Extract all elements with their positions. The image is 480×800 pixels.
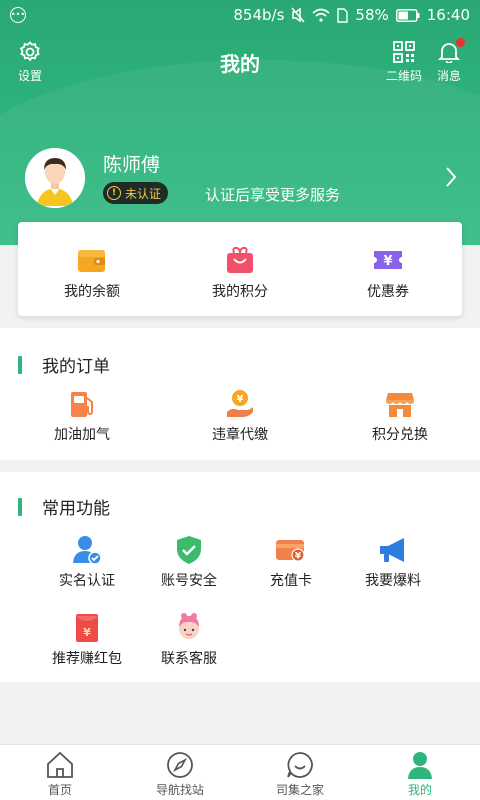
svg-text:¥: ¥ bbox=[295, 552, 302, 562]
warning-icon: ! bbox=[107, 186, 121, 200]
person-icon bbox=[408, 752, 432, 779]
violation-button[interactable]: ¥ 违章代缴 bbox=[185, 388, 295, 444]
verification-badge[interactable]: ! 未认证 bbox=[103, 182, 169, 204]
realname-button[interactable]: 实名认证 bbox=[32, 534, 142, 590]
top-bar: 设置 我的 二维码 消息 bbox=[0, 38, 480, 84]
tab-home-label: 首页 bbox=[47, 783, 72, 797]
shield-check-icon bbox=[177, 536, 201, 564]
bottom-tab-bar: 首页 导航找站 司集之家 我的 bbox=[0, 744, 480, 800]
avatar-person-icon bbox=[25, 148, 85, 208]
red-packet-icon: ¥ bbox=[76, 614, 98, 642]
user-name: 陈师傅 bbox=[103, 154, 161, 176]
fuel-pump-icon bbox=[71, 392, 93, 417]
customer-service-icon bbox=[179, 613, 199, 639]
functions-title-text: 常用功能 bbox=[42, 499, 110, 519]
realname-label: 实名认证 bbox=[59, 573, 115, 589]
status-bar: ••• 854b/s 58% 16:40 bbox=[0, 0, 480, 30]
profile-card[interactable]: 陈师傅 ! 未认证 认证后享受更多服务 bbox=[25, 148, 465, 208]
exchange-label: 积分兑换 bbox=[372, 427, 428, 443]
points-button[interactable]: 我的积分 bbox=[166, 222, 314, 316]
verification-tip: 认证后享受更多服务 bbox=[205, 186, 341, 204]
points-label: 我的积分 bbox=[212, 284, 268, 300]
coupon-button[interactable]: ¥ 优惠券 bbox=[314, 222, 462, 316]
tab-community[interactable]: 司集之家 bbox=[240, 745, 360, 800]
clock: 16:40 bbox=[426, 6, 470, 24]
referral-button[interactable]: ¥ 推荐赚红包 bbox=[32, 612, 142, 668]
balance-button[interactable]: 我的余额 bbox=[18, 222, 166, 316]
chevron-right-icon[interactable] bbox=[445, 166, 457, 188]
orders-section: 我的订单 加油加气 ¥ 违章代缴 积分兑换 bbox=[0, 328, 480, 460]
megaphone-icon bbox=[380, 538, 404, 562]
report-label: 我要爆料 bbox=[365, 573, 421, 589]
community-icon bbox=[287, 752, 313, 778]
qrcode-icon bbox=[393, 41, 415, 63]
balance-label: 我的余额 bbox=[64, 284, 120, 300]
message-label: 消息 bbox=[437, 69, 462, 83]
orders-title-text: 我的订单 bbox=[42, 357, 110, 377]
recharge-card-icon: ¥ bbox=[276, 540, 305, 562]
functions-title: 常用功能 bbox=[18, 494, 110, 519]
svg-text:¥: ¥ bbox=[383, 254, 392, 269]
qrcode-button[interactable]: 二维码 bbox=[386, 40, 422, 84]
recharge-button[interactable]: ¥ 充值卡 bbox=[236, 534, 346, 590]
security-label: 账号安全 bbox=[161, 573, 217, 589]
orders-title: 我的订单 bbox=[18, 352, 110, 377]
sim-icon bbox=[337, 7, 349, 23]
coupon-label: 优惠券 bbox=[367, 284, 409, 300]
compass-icon bbox=[167, 752, 193, 778]
qrcode-label: 二维码 bbox=[386, 69, 423, 83]
svg-text:¥: ¥ bbox=[237, 394, 244, 405]
service-button[interactable]: 联系客服 bbox=[134, 612, 244, 668]
report-button[interactable]: 我要爆料 bbox=[338, 534, 448, 590]
mute-icon bbox=[291, 7, 305, 23]
network-speed: 854b/s bbox=[233, 6, 285, 24]
coupon-icon: ¥ bbox=[374, 251, 402, 269]
tab-navigation-label: 导航找站 bbox=[155, 783, 204, 797]
home-icon bbox=[47, 751, 73, 778]
functions-section: 常用功能 实名认证 账号安全 ¥ 充值卡 我要爆料 ¥ 推荐赚红包 联系客服 bbox=[0, 472, 480, 682]
wallet-card: 我的余额 我的积分 ¥ 优惠券 bbox=[18, 222, 462, 316]
tab-mine[interactable]: 我的 bbox=[360, 745, 480, 800]
tab-home[interactable]: 首页 bbox=[0, 745, 120, 800]
tab-mine-label: 我的 bbox=[407, 783, 432, 797]
battery-percent: 58% bbox=[355, 6, 389, 24]
fuel-label: 加油加气 bbox=[54, 427, 110, 443]
section-accent-bar bbox=[18, 355, 22, 374]
fuel-button[interactable]: 加油加气 bbox=[27, 388, 137, 444]
battery-icon bbox=[395, 8, 420, 22]
gift-bag-icon bbox=[227, 246, 253, 273]
profile-header: ••• 854b/s 58% 16:40 设置 我的 二维码 消息 陈师傅 ! … bbox=[0, 0, 480, 245]
exchange-button[interactable]: 积分兑换 bbox=[345, 388, 455, 444]
verified-user-icon bbox=[73, 536, 102, 565]
verification-status: 未认证 bbox=[125, 186, 162, 201]
more-dots-icon: ••• bbox=[10, 7, 26, 23]
recharge-label: 充值卡 bbox=[270, 573, 312, 589]
avatar[interactable] bbox=[25, 148, 85, 208]
svg-text:¥: ¥ bbox=[83, 626, 91, 639]
section-accent-bar bbox=[18, 497, 22, 516]
hand-coin-icon: ¥ bbox=[227, 390, 253, 417]
wallet-icon bbox=[78, 250, 105, 272]
tab-navigation[interactable]: 导航找站 bbox=[120, 745, 240, 800]
security-button[interactable]: 账号安全 bbox=[134, 534, 244, 590]
unread-dot bbox=[456, 38, 465, 47]
violation-label: 违章代缴 bbox=[212, 427, 268, 443]
referral-label: 推荐赚红包 bbox=[52, 651, 122, 667]
wifi-icon bbox=[312, 8, 330, 22]
message-button[interactable]: 消息 bbox=[437, 38, 465, 84]
tab-community-label: 司集之家 bbox=[275, 783, 324, 797]
service-label: 联系客服 bbox=[161, 651, 217, 667]
shop-icon bbox=[386, 393, 414, 417]
